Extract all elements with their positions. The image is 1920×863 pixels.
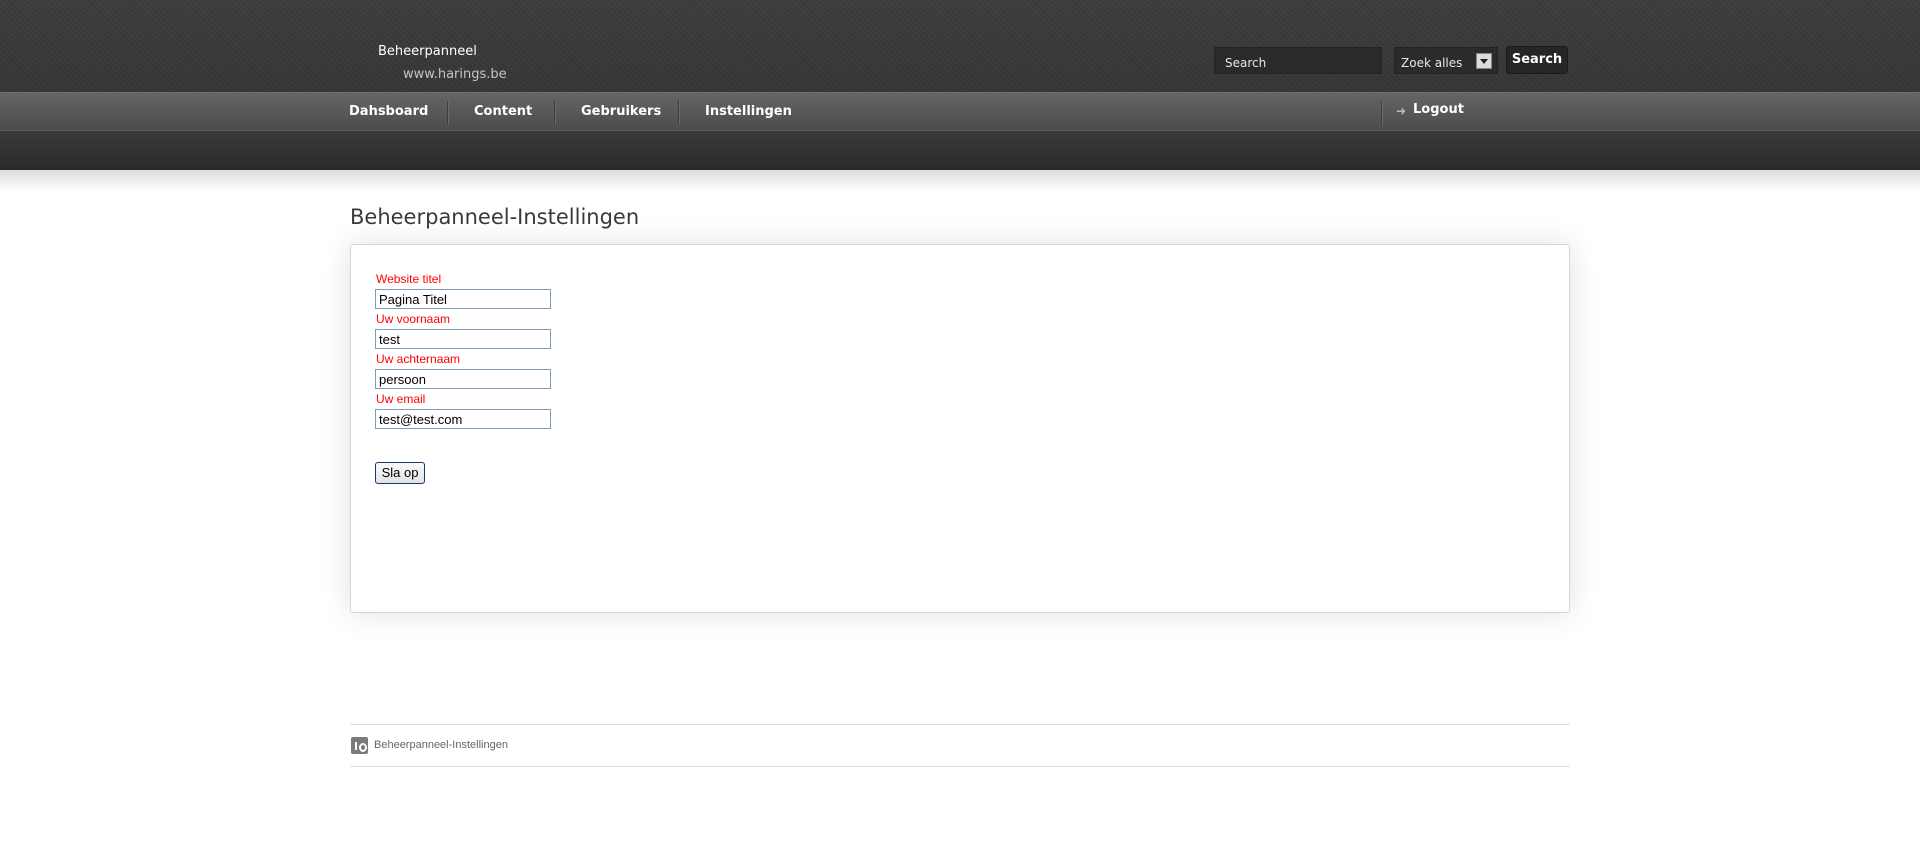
nav-divider — [1381, 101, 1382, 125]
nav-divider — [554, 101, 555, 125]
first-name-field[interactable]: test — [375, 329, 551, 349]
id-icon — [351, 737, 368, 754]
website-title-label: Website titel — [376, 272, 442, 286]
search-scope-select[interactable]: Zoek alles — [1394, 47, 1498, 74]
sub-nav-bar — [0, 130, 1920, 170]
nav-divider — [447, 101, 448, 125]
brand-title[interactable]: Beheerpanneel — [378, 44, 477, 59]
last-name-label: Uw achternaam — [376, 352, 461, 366]
search-input[interactable]: Search — [1214, 47, 1382, 74]
email-field[interactable]: test@test.com — [375, 409, 551, 429]
page-title: Beheerpanneel-Instellingen — [350, 205, 640, 229]
chevron-down-icon[interactable] — [1476, 53, 1492, 69]
logout-link[interactable]: Logout — [1413, 91, 1464, 129]
search-scope-value: Zoek alles — [1401, 56, 1463, 70]
footer-divider — [350, 724, 1570, 725]
first-name-label: Uw voornaam — [376, 312, 451, 326]
arrow-right-icon: ➜ — [1396, 104, 1407, 118]
website-title-field[interactable]: Pagina Titel — [375, 289, 551, 309]
footer-breadcrumb[interactable]: Beheerpanneel-Instellingen — [374, 739, 508, 751]
header-shadow — [0, 170, 1920, 192]
email-label: Uw email — [376, 392, 426, 406]
last-name-field[interactable]: persoon — [375, 369, 551, 389]
footer-divider — [350, 766, 1570, 767]
search-button[interactable]: Search — [1506, 46, 1568, 74]
nav-divider — [678, 101, 679, 125]
save-button[interactable]: Sla op — [375, 462, 425, 484]
nav-item-content[interactable]: Content — [474, 93, 532, 131]
nav-item-users[interactable]: Gebruikers — [581, 93, 661, 131]
top-header: Beheerpanneel www.harings.be Search Zoek… — [0, 0, 1920, 92]
nav-item-dashboard[interactable]: Dahsboard — [349, 93, 428, 131]
nav-item-settings[interactable]: Instellingen — [705, 93, 792, 131]
main-nav: Dahsboard Content Gebruikers Instellinge… — [0, 92, 1920, 130]
brand-url[interactable]: www.harings.be — [403, 67, 507, 82]
